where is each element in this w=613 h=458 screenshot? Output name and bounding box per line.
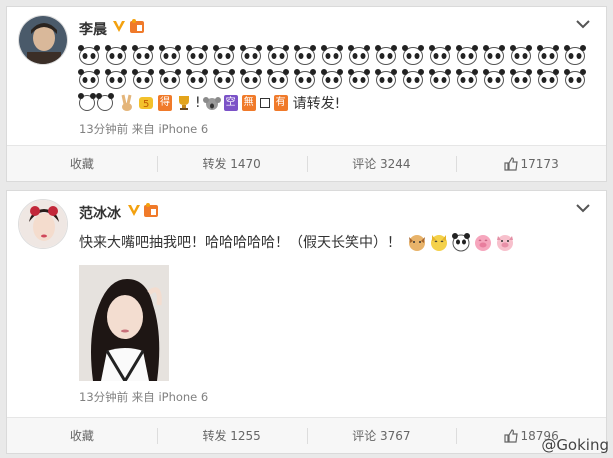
peace-hand-icon: [121, 94, 132, 111]
panda-emoji-icon: [78, 93, 96, 111]
member-badge-icon: [130, 19, 144, 33]
action-bar: 收藏 转发 1470 评论 3244 17173: [7, 145, 606, 181]
panda-emoji-icon: [96, 93, 114, 111]
favorite-button[interactable]: 收藏: [7, 418, 157, 453]
panda-emoji-icon: [483, 45, 505, 65]
tag-de: 得: [158, 95, 172, 111]
thumbs-up-icon: [503, 428, 518, 443]
panda-emoji-icon: [456, 45, 478, 65]
panda-emoji-icon: [429, 45, 451, 65]
panda-emoji-icon: [564, 69, 586, 89]
panda-emoji-icon: [159, 45, 181, 65]
panda-emoji-icon: [429, 69, 451, 89]
avatar[interactable]: [18, 15, 68, 65]
square-glyph: [259, 98, 270, 108]
favorite-label: 收藏: [69, 429, 94, 443]
panda-emoji-icon: [159, 69, 181, 89]
avatar[interactable]: [18, 199, 68, 249]
favorite-button[interactable]: 收藏: [7, 146, 157, 181]
five-hand-icon: 5: [139, 97, 153, 110]
comment-label: 评论 3767: [352, 429, 411, 443]
panda-emoji-icon: [213, 45, 235, 65]
panda-emoji-icon: [267, 69, 289, 89]
post-meta: 13分钟前 来自 iPhone 6: [79, 390, 209, 404]
cat-emoji-icon: [431, 235, 447, 251]
post-text-line: 5 得 ! 空 無 有 请转发!: [78, 93, 341, 113]
repost-button[interactable]: 转发 1255: [156, 418, 307, 453]
panda-emoji-icon: [348, 45, 370, 65]
username[interactable]: 范冰冰: [79, 203, 121, 223]
tag-wu: 無: [241, 95, 256, 111]
panda-emoji-icon: [132, 45, 154, 65]
pig-emoji-icon: [475, 235, 491, 251]
post-text-line: 快来大嘴吧抽我吧！哈哈哈哈哈！（假天长笑中）！: [79, 232, 515, 252]
comment-label: 评论 3244: [352, 157, 411, 171]
weibo-post-1: 李晨 5 得 ! 空 無 有 请转发! 13分钟前 来自 iPhone 6 收藏…: [6, 6, 607, 182]
panda-emoji-icon: [186, 45, 208, 65]
member-badge-icon: [144, 203, 158, 217]
panda-emoji-icon: [267, 45, 289, 65]
panda-emoji-icon: [402, 45, 424, 65]
post-meta: 13分钟前 来自 iPhone 6: [79, 122, 209, 136]
dog-emoji-icon: [409, 235, 425, 251]
panda-emoji-icon: [213, 69, 235, 89]
exclaim-text: !: [195, 95, 201, 111]
panda-emoji-icon: [105, 45, 127, 65]
thumbs-up-icon: [503, 156, 518, 171]
panda-emoji-icon: [321, 69, 343, 89]
repost-label: 转发 1470: [202, 157, 261, 171]
action-bar: 收藏 转发 1255 评论 3767 18796: [7, 417, 606, 453]
panda-emoji-icon: [510, 45, 532, 65]
panda-emoji-icon: [78, 69, 100, 89]
panda-emoji-icon: [402, 69, 424, 89]
panda-emoji-icon: [294, 69, 316, 89]
panda-emoji-icon: [186, 69, 208, 89]
panda-emoji-icon: [537, 45, 559, 65]
panda-emoji-icon: [132, 69, 154, 89]
panda-emoji-icon: [375, 69, 397, 89]
verified-v-icon: [113, 21, 125, 32]
panda-emoji-icon: [564, 45, 586, 65]
watermark: @Goking: [541, 436, 609, 454]
emoji-row-panda: [78, 45, 586, 65]
panda-emoji-icon: [240, 45, 262, 65]
panda-emoji-icon: [321, 45, 343, 65]
panda-emoji-icon: [537, 69, 559, 89]
trophy-icon: [179, 96, 189, 110]
panda-emoji-icon: [452, 233, 470, 252]
favorite-label: 收藏: [69, 157, 94, 171]
panda-emoji-icon: [375, 45, 397, 65]
svg-text:5: 5: [143, 99, 149, 110]
panda-emoji-icon: [510, 69, 532, 89]
panda-emoji-icon: [483, 69, 505, 89]
verified-v-icon: [128, 205, 140, 216]
chevron-down-icon[interactable]: [576, 19, 590, 29]
comment-button[interactable]: 评论 3244: [306, 146, 457, 181]
panda-emoji-icon: [240, 69, 262, 89]
repost-label: 转发 1255: [202, 429, 261, 443]
post-text: 快来大嘴吧抽我吧！哈哈哈哈哈！（假天长笑中）！: [79, 235, 401, 251]
chevron-down-icon[interactable]: [576, 203, 590, 213]
panda-emoji-icon: [78, 45, 100, 65]
like-button[interactable]: 17173: [456, 146, 606, 181]
panda-emoji-icon: [294, 45, 316, 65]
post-text-tail: 请转发!: [292, 96, 341, 112]
repost-button[interactable]: 转发 1470: [156, 146, 307, 181]
username[interactable]: 李晨: [79, 19, 107, 39]
panda-emoji-icon: [348, 69, 370, 89]
tag-you: 有: [273, 95, 288, 111]
panda-emoji-icon: [456, 69, 478, 89]
weibo-post-2: 范冰冰 快来大嘴吧抽我吧！哈哈哈哈哈！（假天长笑中）！ 13分钟前 来自 iPh…: [6, 190, 607, 454]
emoji-row-panda: [78, 69, 586, 89]
post-photo[interactable]: [79, 265, 169, 381]
koala-icon: [202, 97, 221, 110]
panda-emoji-icon: [105, 69, 127, 89]
like-count: 17173: [520, 156, 559, 171]
comment-button[interactable]: 评论 3767: [306, 418, 457, 453]
pig-face-emoji-icon: [497, 235, 513, 251]
tag-kong: 空: [223, 95, 238, 111]
